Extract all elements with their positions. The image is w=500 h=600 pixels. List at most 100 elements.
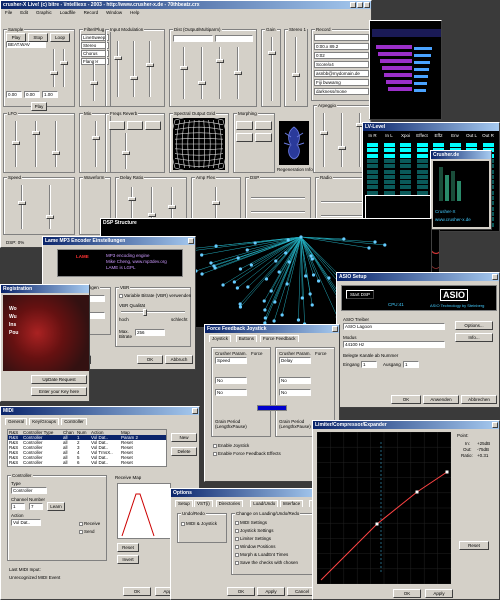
record-field[interactable]: asnbb@mydomain.de [314,70,369,77]
dsp-node[interactable] [285,282,289,286]
arp-slider-1-thumb[interactable] [320,131,328,135]
arp-slider-1[interactable] [323,113,325,167]
menu-item-loadfile[interactable]: Loadfile [60,9,76,16]
midi-new-button[interactable]: New [171,433,197,442]
lfo-slider-3[interactable] [55,121,57,167]
options-apply-button[interactable]: Apply [257,587,285,596]
record-field[interactable] [314,34,369,41]
stereo-slider-thumb[interactable] [292,73,300,77]
change-check[interactable]: Window Positions [235,543,315,551]
mod-slider-2[interactable] [133,41,135,97]
delay-slider-2-thumb[interactable] [148,213,156,217]
record-field[interactable]: 0:02 [314,52,369,59]
mix-slider-thumb[interactable] [92,136,100,140]
close-icon[interactable] [364,2,370,8]
record-field[interactable]: Fiji bwwamg [314,79,369,86]
ff-no-4[interactable]: No [279,389,311,396]
change-check[interactable]: MIDI Settings [235,519,315,527]
options-tab[interactable]: Setup [175,500,193,507]
arp-slider-3[interactable] [359,113,361,167]
morph-button-2[interactable] [255,121,272,130]
sample-name-field[interactable]: BEAT.WAV [6,41,46,48]
limiter-graph[interactable] [316,431,452,585]
maximize-icon[interactable] [357,2,363,8]
dsp-node[interactable] [214,244,218,248]
change-check[interactable]: Joystick Settings [235,527,315,535]
ff-enable-joystick-box[interactable] [213,443,217,448]
record-field[interactable]: 0:00.x 89.2 [314,43,369,50]
options-ok-button[interactable]: OK [227,587,255,596]
sample-slider-thumb[interactable] [60,61,68,65]
ff-enable-effects[interactable]: Enable Force Feedback Effects [213,451,281,456]
sample-stop-button[interactable]: Stop [28,33,48,42]
menu-item-file[interactable]: File [5,9,12,16]
dsp-node[interactable] [309,254,313,258]
ff-no-1[interactable]: No [215,377,247,384]
change-check[interactable]: Morph & LoadEnt Times [235,551,315,559]
dsp-node[interactable] [272,319,276,323]
mod-slider-3-thumb[interactable] [146,63,154,67]
asio-in-field[interactable]: 1 [361,361,377,368]
dsp-slider-1[interactable] [251,197,305,199]
filter-slider-thumb[interactable] [90,81,98,85]
stereo-slider[interactable] [295,37,297,101]
dsp-node[interactable] [286,238,290,242]
vbr-quality-slider[interactable] [121,311,185,313]
warp-grid-display[interactable] [173,118,225,170]
dsp-node[interactable] [269,289,273,293]
vbr-checkbox[interactable]: Variable Bitrate (VBR) verwenden [119,293,191,298]
dsp-node[interactable] [310,303,314,307]
table-row[interactable]: R&S Controller all 6 Vol Dat.. Reset [8,460,166,465]
dsp-node[interactable] [262,299,266,303]
sample-slider[interactable] [63,49,65,87]
lfo-slider-2[interactable] [35,121,37,167]
ampf-slider-thumb[interactable] [212,201,220,205]
dsp-node[interactable] [342,237,346,241]
change-check-box[interactable] [235,536,239,541]
gain-slider-thumb[interactable] [268,51,276,55]
ff-no-2[interactable]: No [215,389,247,396]
dsp-node[interactable] [253,241,257,245]
mix-slider[interactable] [95,121,97,167]
midi-number-field[interactable]: 7 [29,503,43,510]
mod-slider-2-thumb[interactable] [130,76,138,80]
mod-slider-1[interactable] [117,41,119,97]
dsp-node[interactable] [287,260,291,264]
midi-tab[interactable]: Key/Groups [29,418,59,425]
dist-slider-1-thumb[interactable] [180,66,188,70]
morph-button-3[interactable] [236,133,253,142]
dsp-node[interactable] [308,292,312,296]
start-dsp-button[interactable]: Start DSP [346,290,374,299]
record-field[interactable]: darkness/mone [314,88,369,95]
arp-slider-2-thumb[interactable] [338,146,346,150]
undo-midi-check[interactable]: MIDI & Joystick [181,521,217,526]
lame-close-icon[interactable] [188,238,194,244]
sample-value-3[interactable]: 1.00 [42,91,58,98]
vbr-quality-thumb[interactable] [143,309,147,316]
dsp-slider-2[interactable] [251,211,305,213]
midi-send-box[interactable] [79,529,83,534]
ff-col1-param[interactable]: Speed [215,357,247,364]
change-check-box[interactable] [235,552,239,557]
dsp-node[interactable] [200,253,204,257]
limiter-reset-button[interactable]: Reset [459,541,489,550]
dsp-node[interactable] [280,313,284,317]
ff-tab[interactable]: Buttons [235,335,258,342]
undo-midi-box[interactable] [181,521,185,526]
freq-button-2[interactable] [127,121,143,130]
lame-ok-button[interactable]: OK [137,355,163,364]
asio-mode-select[interactable]: 44100 Hz [343,341,445,348]
midi-ok-button[interactable]: OK [123,587,151,596]
ff-no-3[interactable]: No [279,377,311,384]
midi-receive-box[interactable] [79,521,83,526]
dsp-node[interactable] [232,280,236,284]
dist-field-1[interactable] [173,35,213,42]
options-tab[interactable]: Load/Undo [250,500,279,507]
delay-slider-1-thumb[interactable] [128,197,136,201]
arp-slider-2[interactable] [341,113,343,167]
lfo-slider-2-thumb[interactable] [32,131,40,135]
midi-action-select[interactable]: Vol Dat.. [11,519,41,526]
dsp-node[interactable] [246,285,250,289]
midi-reset-button[interactable]: Reset [117,543,139,552]
sample-value-2[interactable]: 0.00 [24,91,40,98]
